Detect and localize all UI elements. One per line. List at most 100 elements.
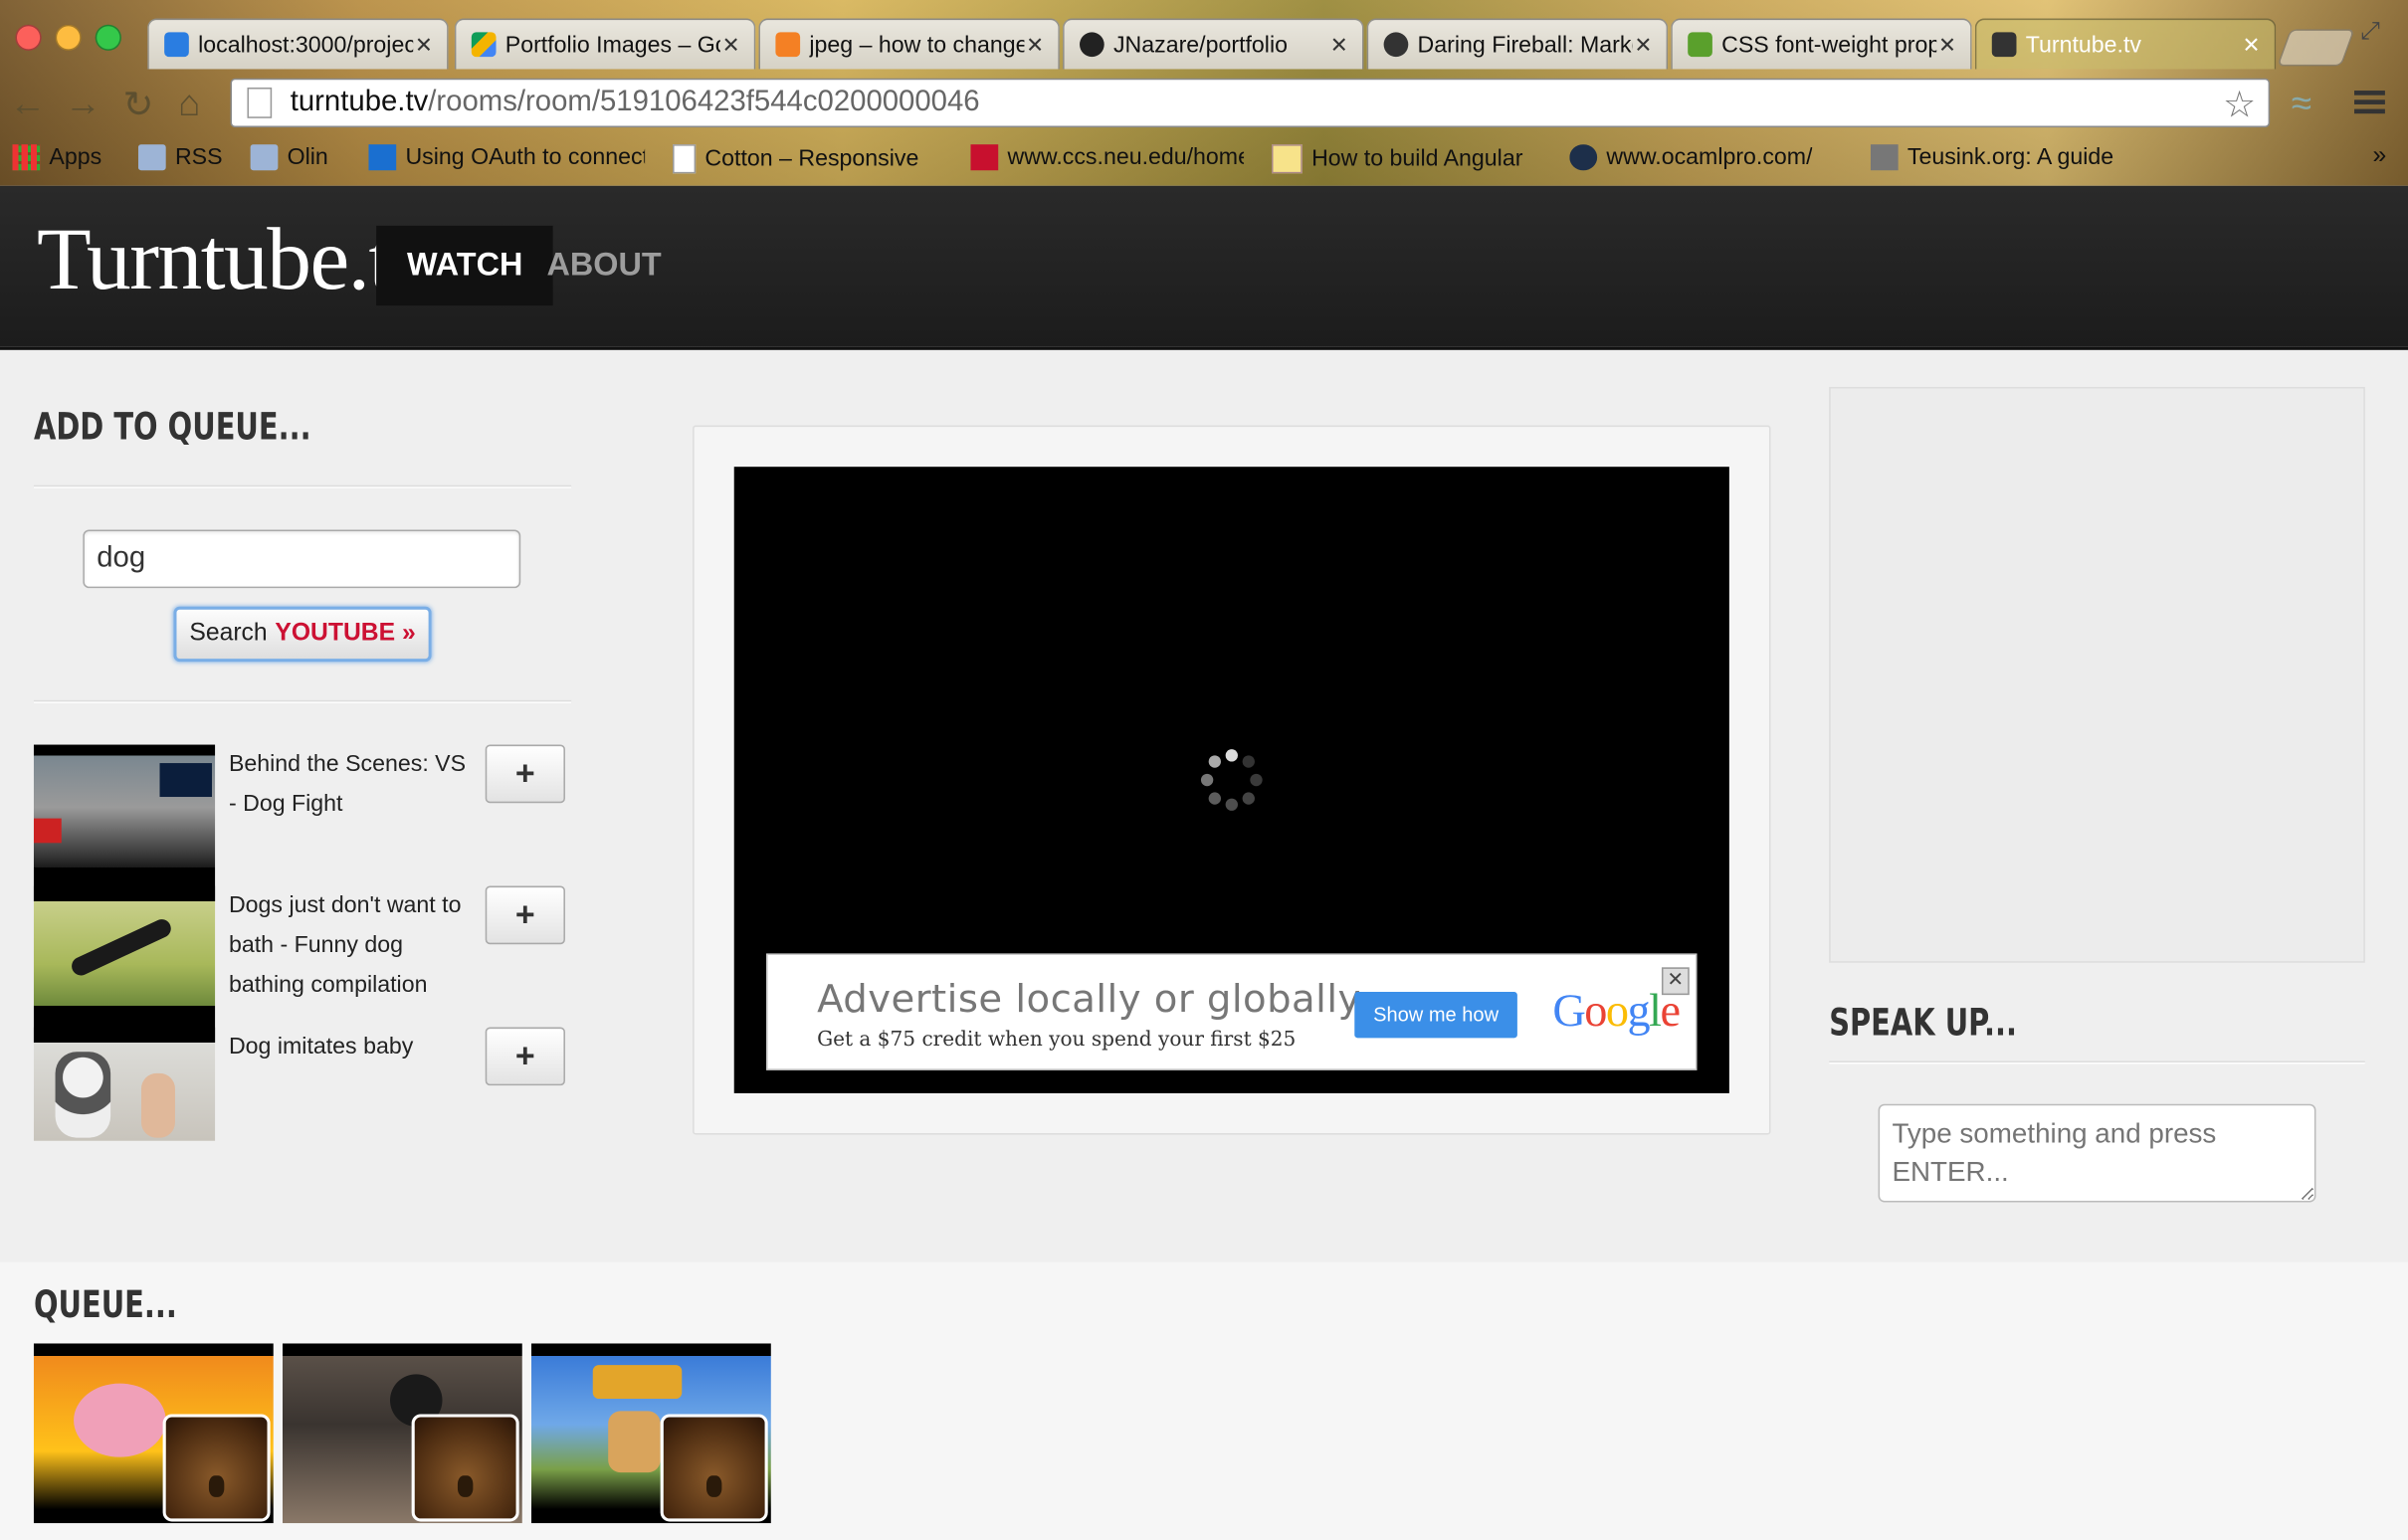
browser-tab[interactable]: jpeg – how to change ✕ [758,18,1060,70]
search-input[interactable] [83,529,521,589]
search-result: Behind the Scenes: VS - Dog Fight + [33,744,571,901]
thumbnail-screen-icon [159,763,212,798]
tab-title: Portfolio Images – Google Drive [504,31,720,58]
tab-favicon-icon [164,32,189,58]
tab-close-icon[interactable]: ✕ [1936,32,1958,58]
result-thumbnail[interactable] [33,744,216,901]
poster-title-icon [592,1365,683,1400]
queue-item-dog-room-thumbnail[interactable] [282,1343,522,1524]
reload-icon[interactable]: ↻ [122,83,153,127]
divider [1829,1060,2365,1064]
browser-tab[interactable]: JNazare/portfolio ✕ [1063,18,1364,70]
ad-headline: Advertise locally or globally. [817,976,1369,1022]
thumbnail-dog-icon [69,916,174,979]
url-path: /rooms/room/519106423f544c0200000046 [428,86,980,118]
tab-close-icon[interactable]: ✕ [413,32,435,58]
bookmark-item[interactable]: www.ocamlpro.com/ [1569,144,1846,171]
thumbnail-husky-icon [55,1052,111,1138]
result-title[interactable]: Behind the Scenes: VS - Dog Fight [229,745,467,825]
dt-icon [368,144,397,171]
tab-close-icon[interactable]: ✕ [2241,32,2263,58]
star-favicon-icon [1383,32,1409,58]
tab-title: JNazare/portfolio [1112,31,1288,58]
bookmark-label: Olin [287,144,328,171]
bookmarks-bar: Apps RSS Olin Using OAuth to connect Cot… [0,138,2408,181]
browser-tab[interactable]: CSS font-weight property ✕ [1671,18,1972,70]
apps-grid-icon [12,144,41,171]
ad-subtext: Get a $75 credit when you spend your fir… [817,1029,1297,1053]
bookmark-label: Using OAuth to connect [405,144,646,171]
github-icon [1080,32,1104,58]
chat-input[interactable] [1878,1103,2316,1203]
tab-close-icon[interactable]: ✕ [1633,32,1655,58]
ad-cta-button[interactable]: Show me how [1354,992,1517,1039]
home-icon[interactable]: ⌂ [178,83,200,125]
result-thumbnail[interactable] [33,1027,216,1141]
fullscreen-icon[interactable]: ⤢ [2360,19,2380,47]
queue-item-cartoon-thumbnail[interactable] [33,1343,274,1524]
site-logo[interactable]: Turntube.tv [37,207,437,309]
speak-up-heading: SPEAK UP... [1829,1001,2017,1045]
bookmark-label: RSS [174,144,223,171]
browser-tab[interactable]: Daring Fireball: Markdown ✕ [1366,18,1669,70]
queue-section: QUEUE... [0,1261,2408,1540]
add-to-queue-button[interactable]: + [485,885,565,945]
bookmark-item[interactable]: www.ccs.neu.edu/home [970,144,1244,171]
user-avatar [411,1414,519,1522]
new-tab-button[interactable] [2277,29,2355,67]
tab-close-icon[interactable]: ✕ [1024,32,1046,58]
ad-close-icon[interactable]: ✕ [1661,967,1690,996]
bookmark-item[interactable]: Using OAuth to connect [368,144,646,171]
url-host: turntube.tv [290,86,429,118]
add-to-queue-button[interactable]: + [485,1027,565,1086]
result-title[interactable]: Dog imitates baby [229,1028,467,1067]
bookmarks-overflow-button[interactable]: » [2373,143,2387,171]
chat-messages-panel [1829,386,2365,963]
tab-close-icon[interactable]: ✕ [720,32,742,58]
tv-favicon-icon [1991,32,2017,58]
thumbnail-logo-icon [33,818,62,844]
video-player[interactable]: Advertise locally or globally. Get a $75… [733,467,1729,1093]
back-icon[interactable]: ← [9,83,46,125]
search-youtube-button[interactable]: Search YOUTUBE » [173,606,432,663]
page-icon [673,144,697,174]
bookmark-item[interactable]: Teusink.org: A guide [1870,144,2147,171]
tab-title: CSS font-weight property [1721,31,1937,58]
photo-icon [1870,144,1899,171]
bookmark-item[interactable]: Olin [250,144,343,171]
bookmark-item[interactable]: Cotton – Responsive [673,144,936,174]
tab-close-icon[interactable]: ✕ [1328,32,1350,58]
bookmark-item[interactable]: Apps [12,144,113,171]
extension-icon[interactable]: ≈ [2292,83,2311,125]
menu-icon[interactable] [2354,86,2385,117]
forward-icon[interactable]: → [65,83,101,125]
site-header: Turntube.tv WATCH ABOUT [0,185,2408,350]
bookmark-star-icon[interactable]: ☆ [2223,83,2256,127]
thumbnail-baby-icon [140,1072,175,1138]
bookmark-item[interactable]: RSS [137,144,231,171]
main-content: ADD TO QUEUE... Search YOUTUBE » Behind … [0,349,2408,1262]
window-minimize-button[interactable] [55,24,82,51]
browser-tab[interactable]: localhost:3000/projects ✕ [147,18,449,70]
nav-about[interactable]: ABOUT [516,226,693,305]
add-to-queue-heading: ADD TO QUEUE... [33,405,311,449]
result-thumbnail[interactable] [33,885,216,1043]
search-result: Dogs just don't want to bath - Funny dog… [33,885,571,1043]
loading-spinner-icon [1200,749,1263,811]
browser-tab-active[interactable]: Turntube.tv ✕ [1974,18,2277,70]
result-title[interactable]: Dogs just don't want to bath - Funny dog… [229,886,467,1006]
bookmark-label: Apps [49,144,102,171]
bookmark-label: www.ocamlpro.com/ [1606,144,1813,171]
tab-title: Daring Fireball: Markdown [1417,31,1633,58]
window-close-button[interactable] [15,24,42,51]
queue-item-dog-gone-poster-thumbnail[interactable] [531,1343,771,1524]
browser-tab[interactable]: Portfolio Images – Google Drive ✕ [454,18,756,70]
ad-banner[interactable]: Advertise locally or globally. Get a $75… [766,953,1698,1070]
bookmark-item[interactable]: How to build Angular [1271,144,1542,174]
add-to-queue-button[interactable]: + [485,744,565,804]
tab-favicon-icon [471,32,497,58]
tab-title: Turntube.tv [2025,31,2142,58]
window-zoom-button[interactable] [95,24,121,51]
address-bar[interactable]: turntube.tv/rooms/room/519106423f544c020… [230,78,2271,128]
n-logo-icon [970,144,999,171]
